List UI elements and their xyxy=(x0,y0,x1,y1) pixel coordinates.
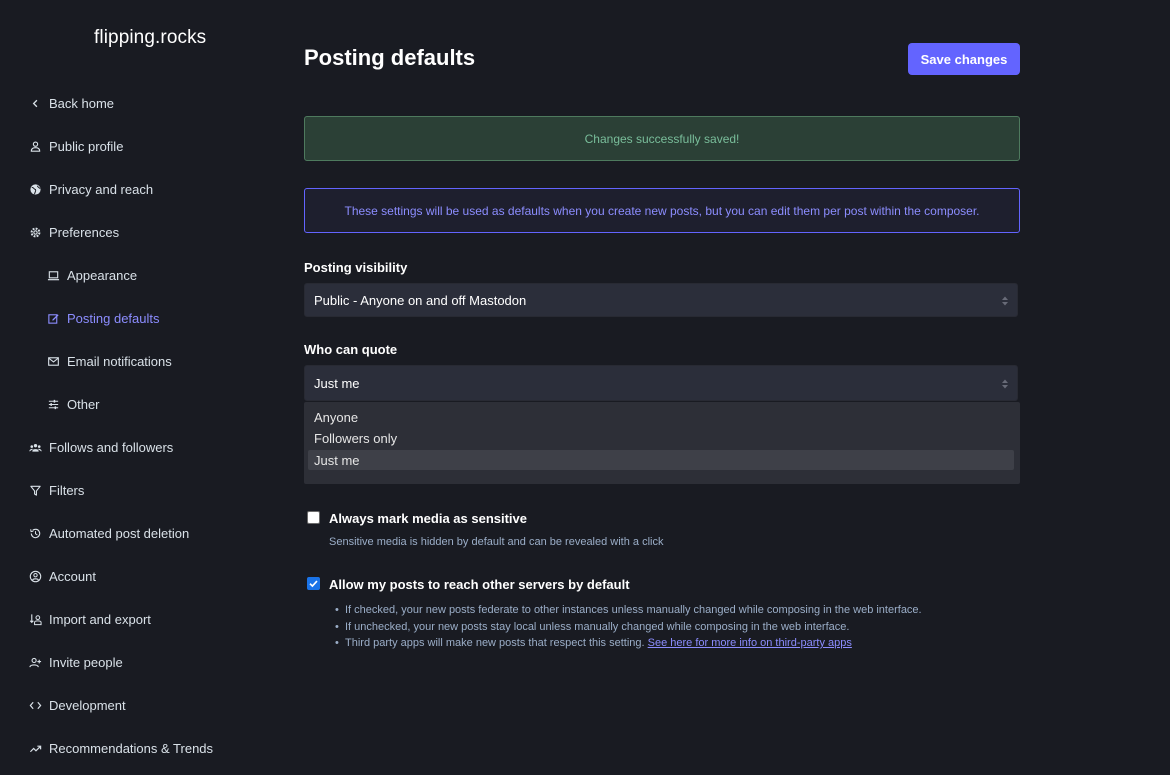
nav-invite-people[interactable]: Invite people xyxy=(28,651,123,673)
site-logo[interactable]: flipping.rocks xyxy=(94,27,206,49)
sensitive-media-label[interactable]: Always mark media as sensitive xyxy=(329,511,527,526)
sidebar: flipping.rocks Back home Public profile … xyxy=(0,0,280,775)
nav-recommendations-trends[interactable]: Recommendations & Trends xyxy=(28,737,213,759)
nav-automated-post-deletion[interactable]: Automated post deletion xyxy=(28,522,189,544)
hint-text: If checked, your new posts federate to o… xyxy=(345,604,922,616)
info-text: These settings will be used as defaults … xyxy=(344,203,980,218)
third-party-apps-link[interactable]: See here for more info on third-party ap… xyxy=(648,637,852,649)
mail-icon xyxy=(46,354,60,368)
success-flash-message: Changes successfully saved! xyxy=(304,116,1020,161)
sensitive-media-hint: Sensitive media is hidden by default and… xyxy=(329,536,664,548)
history-icon xyxy=(28,526,42,540)
posting-visibility-select[interactable]: Public - Anyone on and off Mastodon xyxy=(304,283,1018,317)
nav-label: Recommendations & Trends xyxy=(49,740,214,756)
group-icon xyxy=(28,440,42,454)
hint-text: Third party apps will make new posts tha… xyxy=(345,637,645,649)
list-item: Third party apps will make new posts tha… xyxy=(335,635,922,652)
nav-public-profile[interactable]: Public profile xyxy=(28,135,123,157)
nav-label: Import and export xyxy=(49,611,151,627)
nav-label: Development xyxy=(49,697,126,713)
federate-posts-label[interactable]: Allow my posts to reach other servers by… xyxy=(329,577,630,592)
nav-label: Invite people xyxy=(49,654,123,670)
sliders-icon xyxy=(46,397,60,411)
person-icon xyxy=(28,139,42,153)
nav-label: Filters xyxy=(49,482,85,498)
sensitive-media-checkbox[interactable] xyxy=(307,511,320,524)
nav-label: Appearance xyxy=(67,267,138,283)
flash-text: Changes successfully saved! xyxy=(584,131,740,146)
select-arrows-icon xyxy=(1002,296,1008,306)
chevron-left-icon xyxy=(28,96,42,110)
nav-label: Back home xyxy=(49,95,115,111)
nav-filters[interactable]: Filters xyxy=(28,479,84,501)
who-can-quote-select[interactable]: Just me xyxy=(304,365,1018,401)
import-export-icon xyxy=(28,612,42,626)
federate-hint-list: If checked, your new posts federate to o… xyxy=(335,602,922,652)
nav-label: Preferences xyxy=(49,224,120,240)
gear-icon xyxy=(28,225,42,239)
list-item: If checked, your new posts federate to o… xyxy=(335,602,922,619)
nav-appearance[interactable]: Appearance xyxy=(46,264,137,286)
nav-back-home[interactable]: Back home xyxy=(28,92,114,114)
dropdown-option-anyone[interactable]: Anyone xyxy=(308,407,1014,427)
posting-visibility-label: Posting visibility xyxy=(304,260,408,275)
nav-label: Follows and followers xyxy=(49,439,174,455)
nav-development[interactable]: Development xyxy=(28,694,126,716)
nav-email-notifications[interactable]: Email notifications xyxy=(46,350,172,372)
select-value: Public - Anyone on and off Mastodon xyxy=(314,292,527,308)
nav-import-export[interactable]: Import and export xyxy=(28,608,151,630)
dropdown-option-just-me[interactable]: Just me xyxy=(308,450,1014,470)
account-circle-icon xyxy=(28,569,42,583)
who-can-quote-label: Who can quote xyxy=(304,342,398,357)
nav-preferences[interactable]: Preferences xyxy=(28,221,119,243)
nav-other[interactable]: Other xyxy=(46,393,100,415)
hint-text: If unchecked, your new posts stay local … xyxy=(345,620,850,633)
trending-icon xyxy=(28,741,42,755)
save-changes-button[interactable]: Save changes xyxy=(908,43,1020,75)
nav-label: Posting defaults xyxy=(67,310,160,326)
list-item: If unchecked, your new posts stay local … xyxy=(335,619,922,636)
nav-privacy-reach[interactable]: Privacy and reach xyxy=(28,178,153,200)
nav-posting-defaults[interactable]: Posting defaults xyxy=(46,307,160,329)
nav-label: Email notifications xyxy=(67,353,172,369)
quote-dropdown-list: Anyone Followers only Just me xyxy=(304,402,1020,484)
select-value: Just me xyxy=(314,375,360,391)
filter-icon xyxy=(28,483,42,497)
nav-follows-followers[interactable]: Follows and followers xyxy=(28,436,173,458)
globe-icon xyxy=(28,182,42,196)
nav-label: Public profile xyxy=(49,138,124,154)
page-title: Posting defaults xyxy=(304,45,476,70)
checkmark-icon xyxy=(309,580,318,588)
select-arrows-icon xyxy=(1002,379,1008,389)
federate-posts-checkbox[interactable] xyxy=(307,577,320,590)
info-callout: These settings will be used as defaults … xyxy=(304,188,1020,233)
laptop-icon xyxy=(46,268,60,282)
person-add-icon xyxy=(28,655,42,669)
nav-label: Account xyxy=(49,568,96,584)
nav-label: Automated post deletion xyxy=(49,525,190,541)
nav-account[interactable]: Account xyxy=(28,565,96,587)
edit-icon xyxy=(46,311,60,325)
nav-label: Other xyxy=(67,396,100,412)
nav-label: Privacy and reach xyxy=(49,181,154,197)
code-icon xyxy=(28,698,42,712)
dropdown-option-followers-only[interactable]: Followers only xyxy=(308,428,1014,448)
